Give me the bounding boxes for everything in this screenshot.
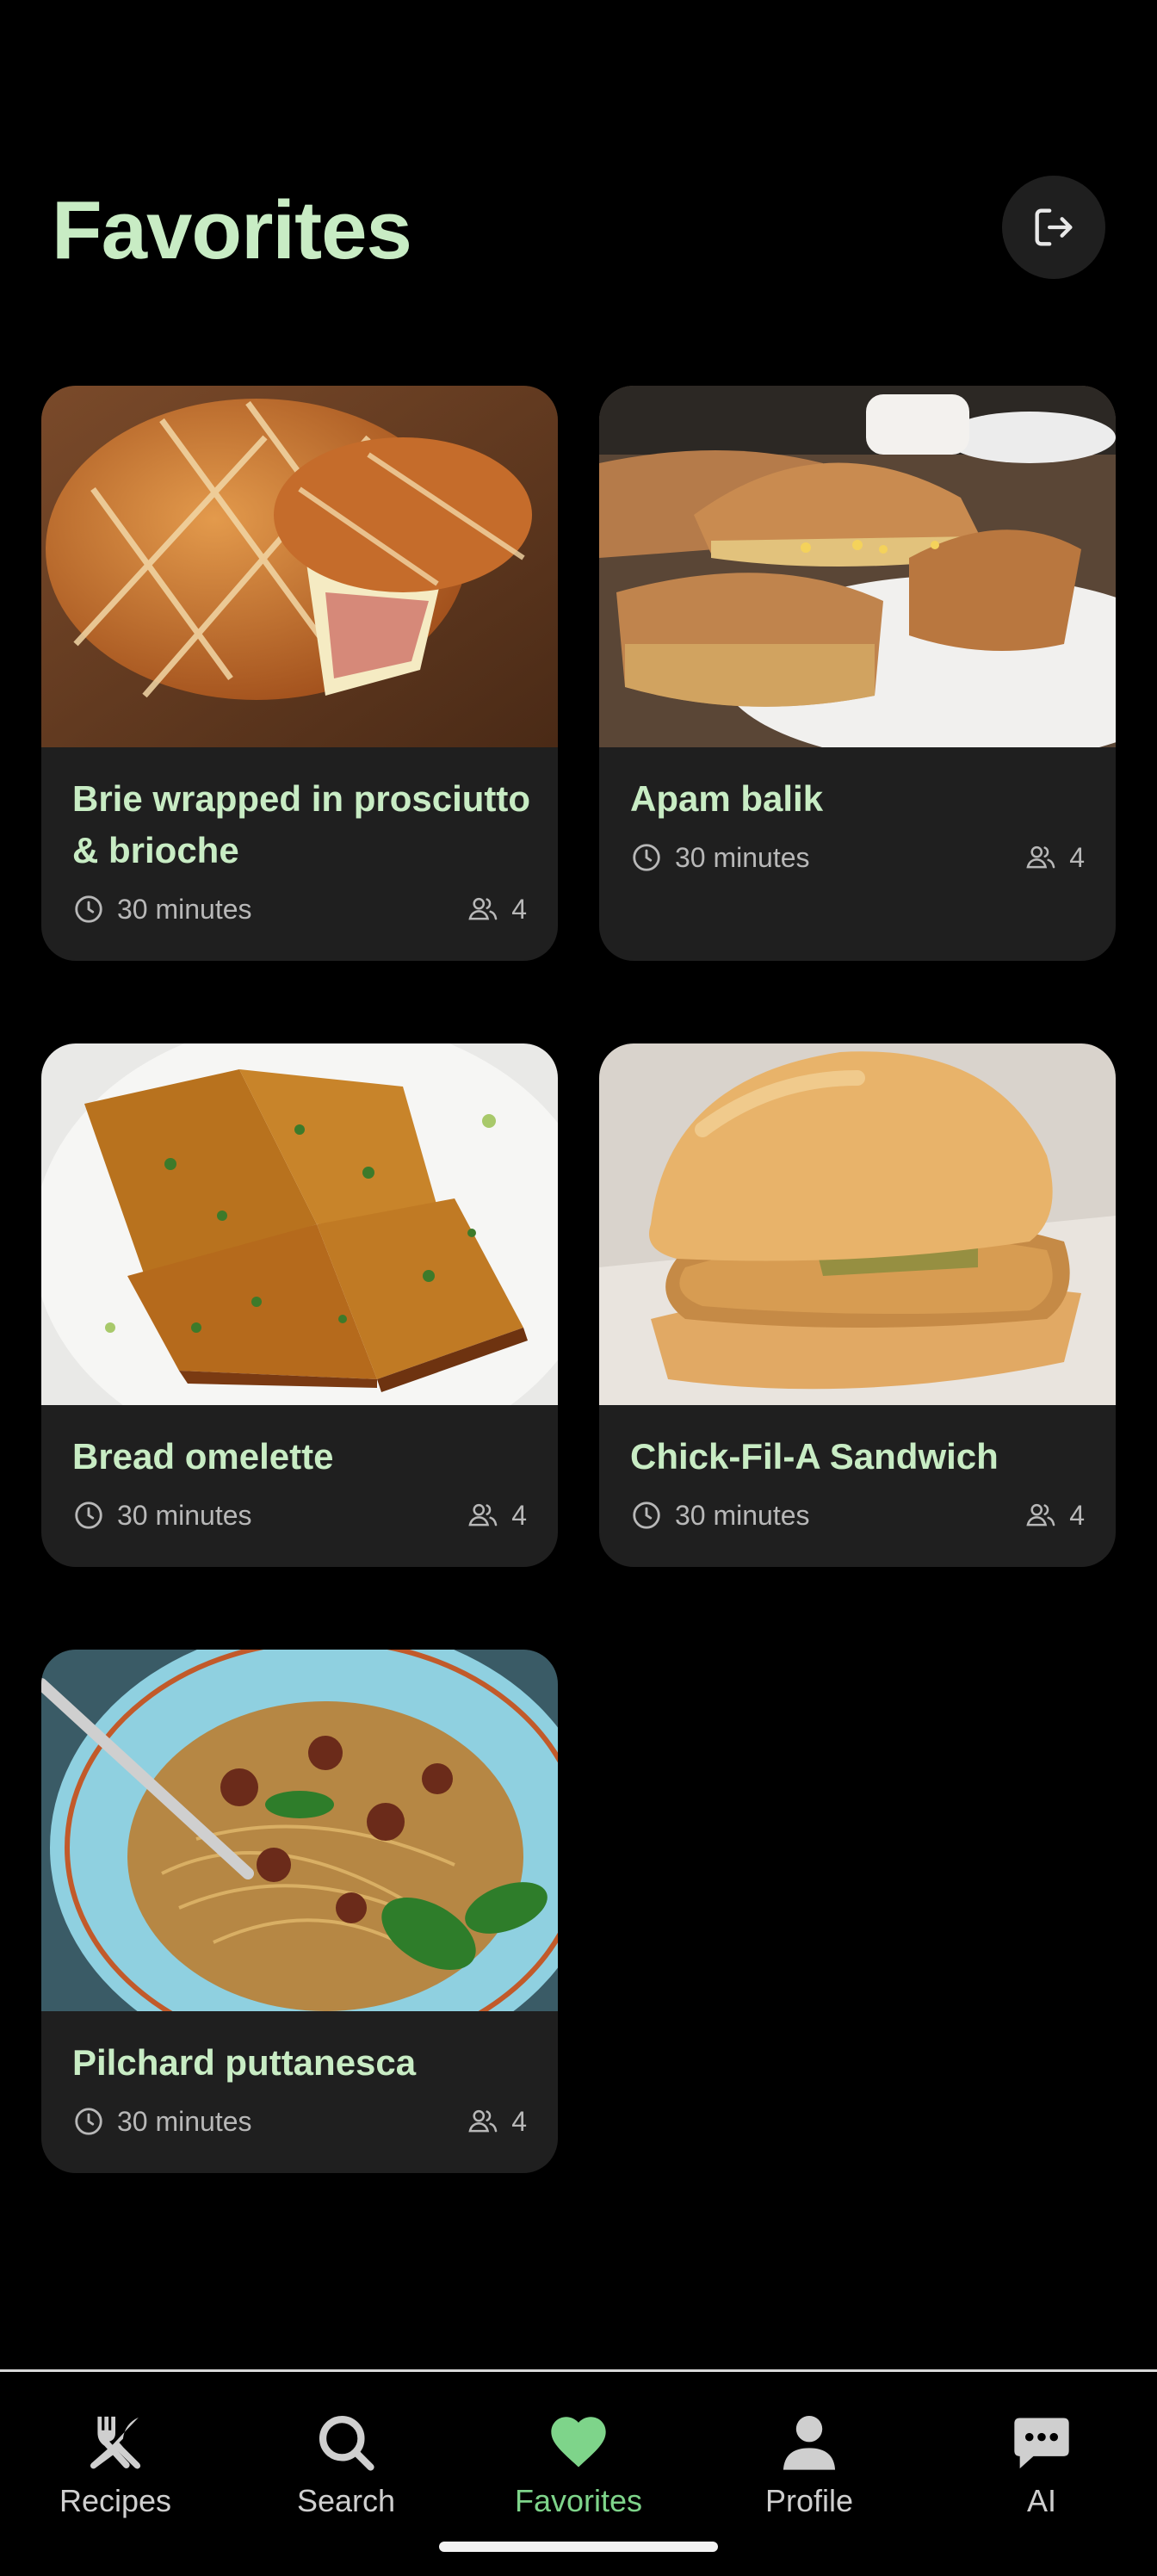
people-icon <box>468 1503 498 1526</box>
nav-item-search[interactable]: Search <box>231 2410 461 2539</box>
page-title: Favorites <box>52 184 412 276</box>
clock-icon <box>75 1502 102 1529</box>
nav-item-favorites[interactable]: Favorites <box>463 2410 694 2539</box>
recipe-image <box>599 386 1116 747</box>
chat-icon <box>1014 2418 1069 2469</box>
servings-count: 4 <box>511 2105 527 2137</box>
recipe-image <box>41 386 558 747</box>
people-icon <box>468 2109 498 2133</box>
recipe-title: Apam balik <box>630 778 824 819</box>
recipe-title: Bread omelette <box>72 1436 334 1477</box>
clock-icon <box>75 895 102 923</box>
nav-label: Profile <box>764 2483 854 2518</box>
nav-label: Recipes <box>59 2483 172 2518</box>
recipe-card[interactable]: Bread omelette 30 minutes 4 <box>41 1043 558 1567</box>
clock-icon <box>75 2108 102 2135</box>
cook-time: 30 minutes <box>675 1499 810 1531</box>
nav-item-ai[interactable]: AI <box>926 2410 1157 2539</box>
cook-time: 30 minutes <box>675 841 810 873</box>
recipe-title: Pilchard puttanesca <box>72 2042 417 2083</box>
servings-count: 4 <box>511 1499 527 1531</box>
servings-count: 4 <box>1069 1499 1085 1531</box>
nav-label: AI <box>1026 2483 1056 2518</box>
nav-label: Search <box>296 2483 396 2518</box>
cook-time: 30 minutes <box>117 893 252 925</box>
logout-button[interactable] <box>1002 176 1105 279</box>
search-icon <box>319 2415 374 2471</box>
person-icon <box>783 2415 836 2470</box>
recipe-card[interactable]: Brie wrapped in prosciutto & brioche 30 … <box>41 386 558 961</box>
recipe-card[interactable]: Apam balik 30 minutes 4 <box>599 386 1116 961</box>
recipe-title: Brie wrapped in prosciutto & brioche <box>72 778 531 870</box>
people-icon <box>468 897 498 920</box>
nav-item-profile[interactable]: Profile <box>694 2410 925 2539</box>
recipe-image <box>41 1650 558 2011</box>
cook-time: 30 minutes <box>117 2105 252 2137</box>
servings-count: 4 <box>511 893 527 925</box>
recipe-card[interactable]: Pilchard puttanesca 30 minutes 4 <box>41 1650 558 2173</box>
nav-label: Favorites <box>514 2483 643 2518</box>
people-icon <box>1026 1503 1055 1526</box>
logout-icon <box>1035 208 1073 246</box>
recipe-title: Chick-Fil-A Sandwich <box>630 1436 999 1477</box>
home-indicator[interactable] <box>439 2542 718 2552</box>
servings-count: 4 <box>1069 841 1085 873</box>
people-icon <box>1026 845 1055 869</box>
clock-icon <box>633 844 660 871</box>
recipe-image <box>599 1043 1116 1405</box>
heart-icon <box>551 2417 606 2468</box>
clock-icon <box>633 1502 660 1529</box>
recipe-card[interactable]: Chick-Fil-A Sandwich 30 minutes 4 <box>599 1043 1116 1567</box>
fork-knife-icon <box>90 2416 141 2469</box>
cook-time: 30 minutes <box>117 1499 252 1531</box>
recipe-image <box>41 1043 558 1405</box>
nav-item-recipes[interactable]: Recipes <box>0 2410 231 2539</box>
